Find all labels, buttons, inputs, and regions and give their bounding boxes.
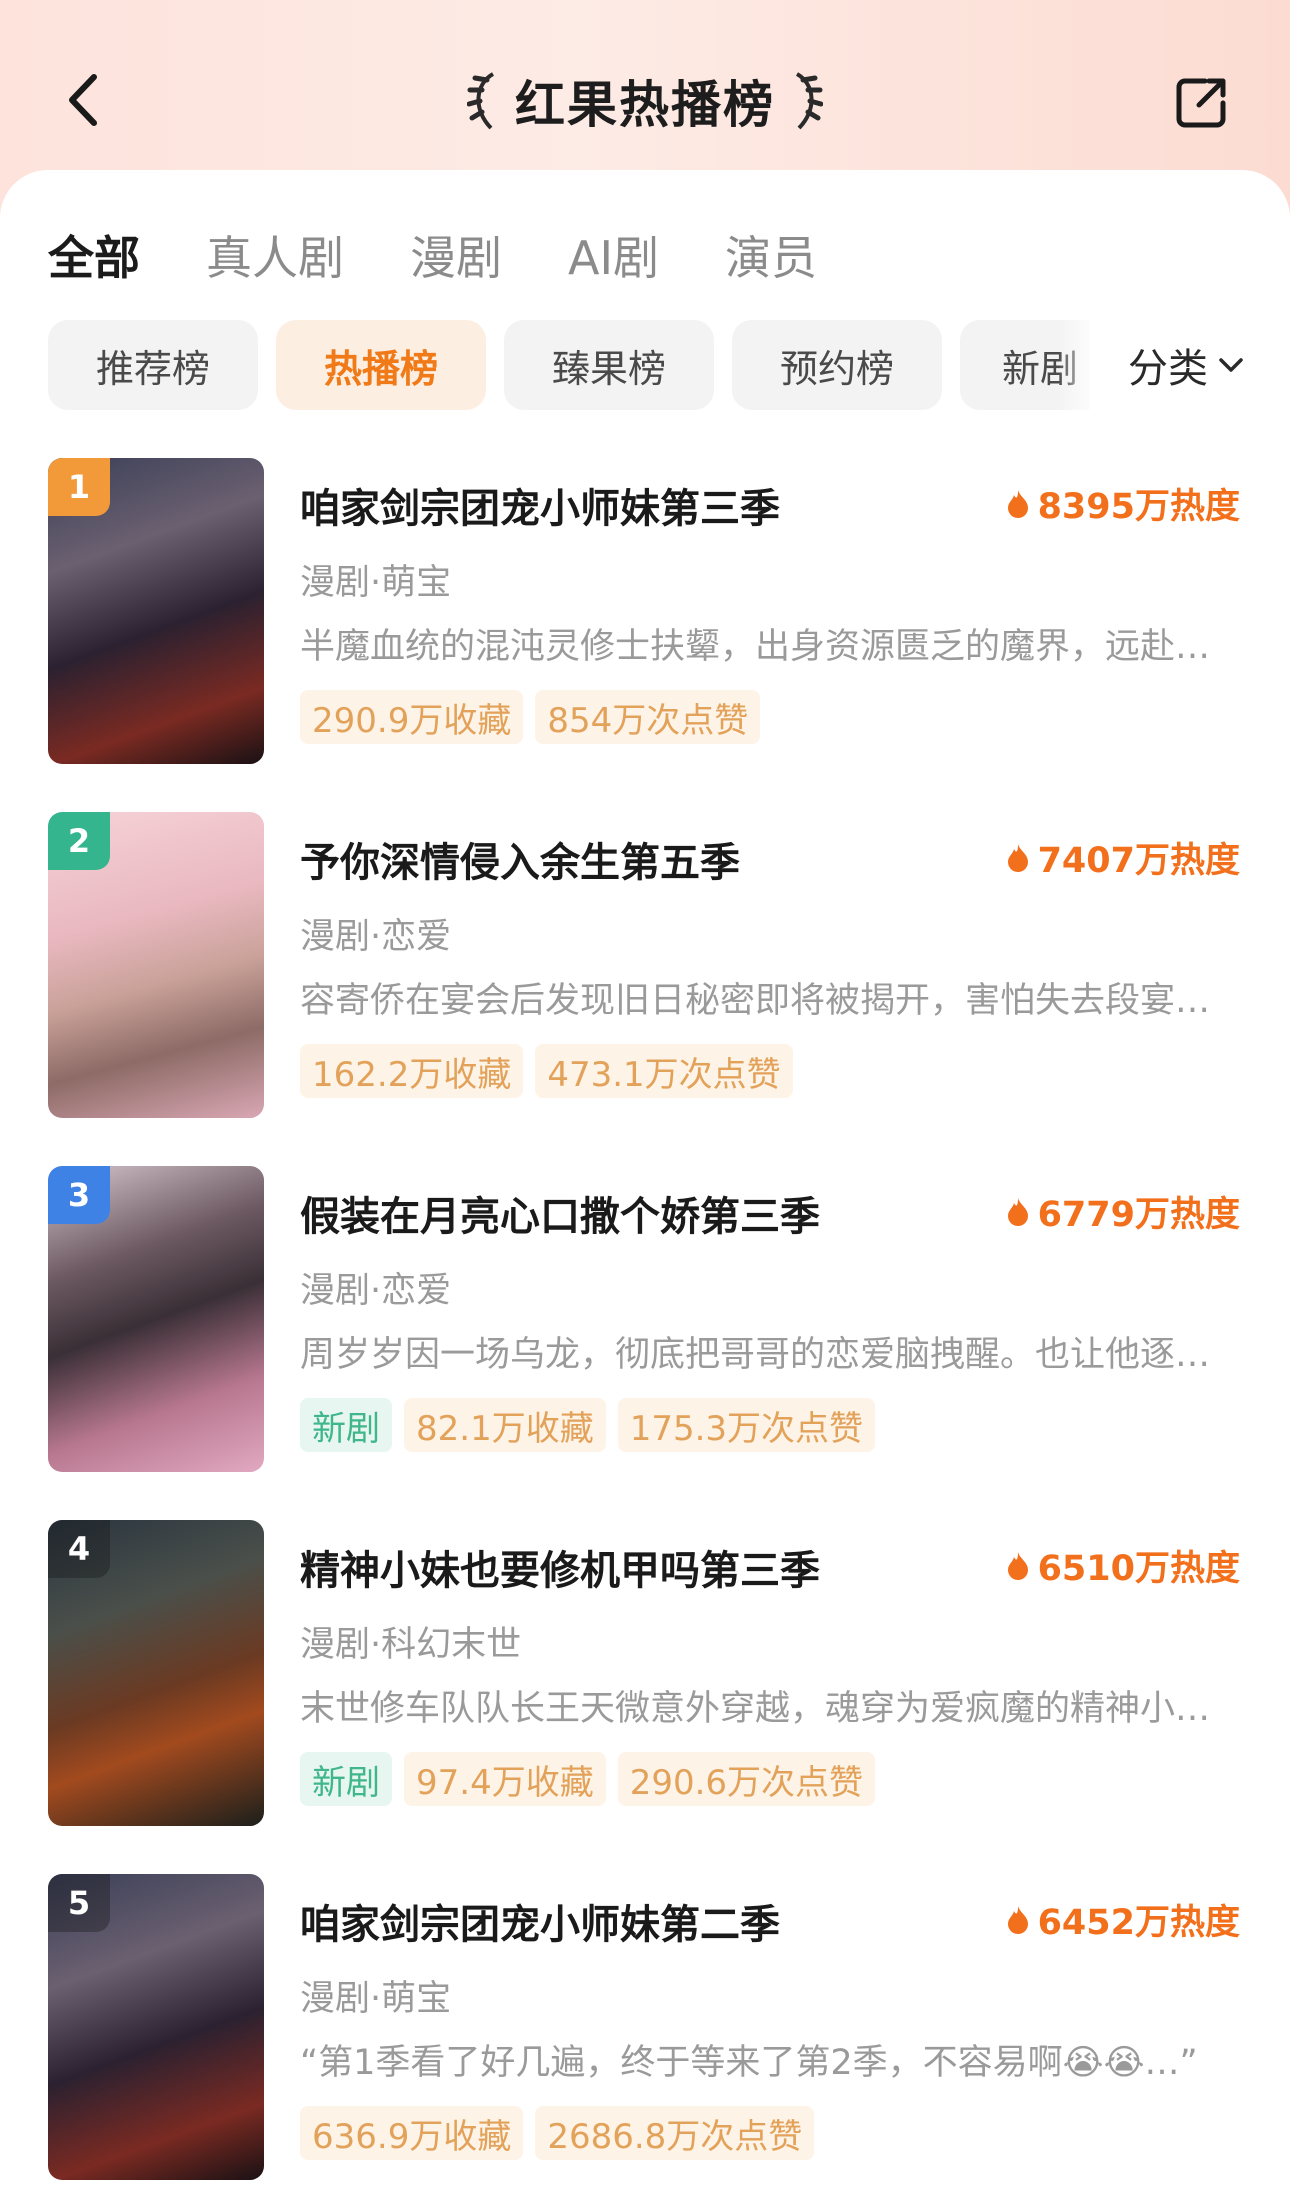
item-description: “第1季看了好几遍，终于等来了第2季，不容易啊😭😭…” xyxy=(300,2043,1198,2083)
item-info: 咱家剑宗团宠小师妹第二季 6452万热度 漫剧·萌宝 “第1季看了好几遍，终于等… xyxy=(300,1874,1248,2180)
item-description: 容寄侨在宴会后发现旧日秘密即将被揭开，害怕失去段宴… xyxy=(300,981,1211,1021)
likes-tag: 473.1万次点赞 xyxy=(535,1044,793,1098)
heat-value: 6779万热度 xyxy=(1037,1195,1240,1235)
item-tags: 新剧 82.1万收藏 175.3万次点赞 xyxy=(300,1398,876,1452)
share-icon xyxy=(1176,78,1226,128)
list-item[interactable]: 3 假装在月亮心口撒个娇第三季 6779万热度 漫剧·恋爱 周岁岁因一场乌龙，彻… xyxy=(48,1166,1248,1472)
chip-reservation[interactable]: 预约榜 xyxy=(732,320,942,410)
category-dropdown[interactable]: 分类 xyxy=(1128,320,1244,410)
item-genre: 漫剧·萌宝 xyxy=(300,1979,452,2019)
list-item[interactable]: 1 咱家剑宗团宠小师妹第三季 8395万热度 漫剧·萌宝 半魔血统的混沌灵修士扶… xyxy=(48,458,1248,764)
flame-icon xyxy=(1007,489,1028,518)
favorites-tag: 290.9万收藏 xyxy=(300,690,524,744)
list-item[interactable]: 5 咱家剑宗团宠小师妹第二季 6452万热度 漫剧·萌宝 “第1季看了好几遍，终… xyxy=(48,1874,1248,2180)
heat-score: 6510万热度 xyxy=(1006,1540,1240,1591)
tab-ai[interactable]: AI剧 xyxy=(568,222,659,288)
item-genre: 漫剧·恋爱 xyxy=(300,1271,452,1311)
item-title[interactable]: 假装在月亮心口撒个娇第三季 xyxy=(300,1184,980,1242)
item-genre: 漫剧·恋爱 xyxy=(300,917,452,957)
rank-badge: 1 xyxy=(48,458,110,516)
flame-icon xyxy=(1007,1197,1028,1226)
item-info: 假装在月亮心口撒个娇第三季 6779万热度 漫剧·恋爱 周岁岁因一场乌龙，彻底把… xyxy=(300,1166,1248,1472)
item-info: 精神小妹也要修机甲吗第三季 6510万热度 漫剧·科幻末世 末世修车队队长王天微… xyxy=(300,1520,1248,1826)
heat-score: 8395万热度 xyxy=(1006,478,1240,529)
chip-hot[interactable]: 热播榜 xyxy=(276,320,486,410)
likes-tag: 175.3万次点赞 xyxy=(617,1398,876,1452)
flame-icon xyxy=(1007,843,1028,872)
new-badge: 新剧 xyxy=(300,1398,392,1452)
likes-tag: 290.6万次点赞 xyxy=(617,1752,876,1806)
item-genre: 漫剧·萌宝 xyxy=(300,563,452,603)
ranking-chips: 推荐榜 热播榜 臻果榜 预约榜 新剧 xyxy=(48,320,1090,410)
tab-comic[interactable]: 漫剧 xyxy=(410,222,502,288)
item-info: 予你深情侵入余生第五季 7407万热度 漫剧·恋爱 容寄侨在宴会后发现旧日秘密即… xyxy=(300,812,1248,1118)
tab-actors[interactable]: 演员 xyxy=(725,222,817,288)
item-tags: 新剧 97.4万收藏 290.6万次点赞 xyxy=(300,1752,876,1806)
chip-premium[interactable]: 臻果榜 xyxy=(504,320,714,410)
ranking-filter-row: 推荐榜 热播榜 臻果榜 预约榜 新剧 分类 xyxy=(48,320,1248,410)
item-tags: 636.9万收藏 2686.8万次点赞 xyxy=(300,2106,815,2160)
rank-badge: 2 xyxy=(48,812,110,870)
rank-badge: 3 xyxy=(48,1166,110,1224)
tab-live-action[interactable]: 真人剧 xyxy=(206,222,344,288)
title-group: 红果热播榜 xyxy=(0,66,1290,136)
chevron-down-icon xyxy=(1219,358,1243,372)
list-item[interactable]: 4 精神小妹也要修机甲吗第三季 6510万热度 漫剧·科幻末世 末世修车队队长王… xyxy=(48,1520,1248,1826)
item-description: 周岁岁因一场乌龙，彻底把哥哥的恋爱脑拽醒。也让他逐… xyxy=(300,1335,1211,1375)
item-title[interactable]: 咱家剑宗团宠小师妹第二季 xyxy=(300,1892,980,1950)
new-badge: 新剧 xyxy=(300,1752,392,1806)
likes-tag: 2686.8万次点赞 xyxy=(535,2106,815,2160)
heat-value: 6510万热度 xyxy=(1037,1549,1240,1589)
heat-value: 8395万热度 xyxy=(1037,487,1240,527)
favorites-tag: 82.1万收藏 xyxy=(404,1398,606,1452)
tab-bar: 全部 真人剧 漫剧 AI剧 演员 xyxy=(48,220,817,290)
item-info: 咱家剑宗团宠小师妹第三季 8395万热度 漫剧·萌宝 半魔血统的混沌灵修士扶颦，… xyxy=(300,458,1248,764)
cover-image[interactable]: 5 xyxy=(48,1874,264,2180)
heat-value: 6452万热度 xyxy=(1037,1903,1240,1943)
favorites-tag: 97.4万收藏 xyxy=(404,1752,606,1806)
rank-badge: 4 xyxy=(48,1520,110,1578)
heat-value: 7407万热度 xyxy=(1037,841,1240,881)
chip-recommended[interactable]: 推荐榜 xyxy=(48,320,258,410)
favorites-tag: 636.9万收藏 xyxy=(300,2106,524,2160)
laurel-icon xyxy=(467,72,495,130)
item-title[interactable]: 咱家剑宗团宠小师妹第三季 xyxy=(300,476,980,534)
item-title[interactable]: 精神小妹也要修机甲吗第三季 xyxy=(300,1538,980,1596)
laurel-icon xyxy=(795,72,823,130)
chips-fade xyxy=(1058,320,1098,410)
heat-score: 7407万热度 xyxy=(1006,832,1240,883)
share-button[interactable] xyxy=(1170,70,1234,134)
likes-tag: 854万次点赞 xyxy=(535,690,761,744)
cover-image[interactable]: 3 xyxy=(48,1166,264,1472)
top-bar: 红果热播榜 xyxy=(0,60,1290,140)
cover-image[interactable]: 1 xyxy=(48,458,264,764)
item-genre: 漫剧·科幻末世 xyxy=(300,1625,522,1665)
page: 红果热播榜 全部 真人剧 漫剧 AI剧 演员 推荐榜 热播榜 臻果榜 预约榜 新… xyxy=(0,0,1290,2203)
page-title: 红果热播榜 xyxy=(515,76,775,134)
cover-image[interactable]: 4 xyxy=(48,1520,264,1826)
heat-score: 6779万热度 xyxy=(1006,1186,1240,1237)
flame-icon xyxy=(1007,1905,1028,1934)
cover-image[interactable]: 2 xyxy=(48,812,264,1118)
list-item[interactable]: 2 予你深情侵入余生第五季 7407万热度 漫剧·恋爱 容寄侨在宴会后发现旧日秘… xyxy=(48,812,1248,1118)
item-description: 末世修车队队长王天微意外穿越，魂穿为爱疯魔的精神小… xyxy=(300,1689,1211,1729)
heat-score: 6452万热度 xyxy=(1006,1894,1240,1945)
favorites-tag: 162.2万收藏 xyxy=(300,1044,524,1098)
rank-badge: 5 xyxy=(48,1874,110,1932)
item-tags: 162.2万收藏 473.1万次点赞 xyxy=(300,1044,793,1098)
item-title[interactable]: 予你深情侵入余生第五季 xyxy=(300,830,980,888)
category-label: 分类 xyxy=(1128,346,1208,392)
flame-icon xyxy=(1007,1551,1028,1580)
tab-all[interactable]: 全部 xyxy=(48,222,140,288)
item-tags: 290.9万收藏 854万次点赞 xyxy=(300,690,761,744)
item-description: 半魔血统的混沌灵修士扶颦，出身资源匮乏的魔界，远赴… xyxy=(300,627,1211,667)
